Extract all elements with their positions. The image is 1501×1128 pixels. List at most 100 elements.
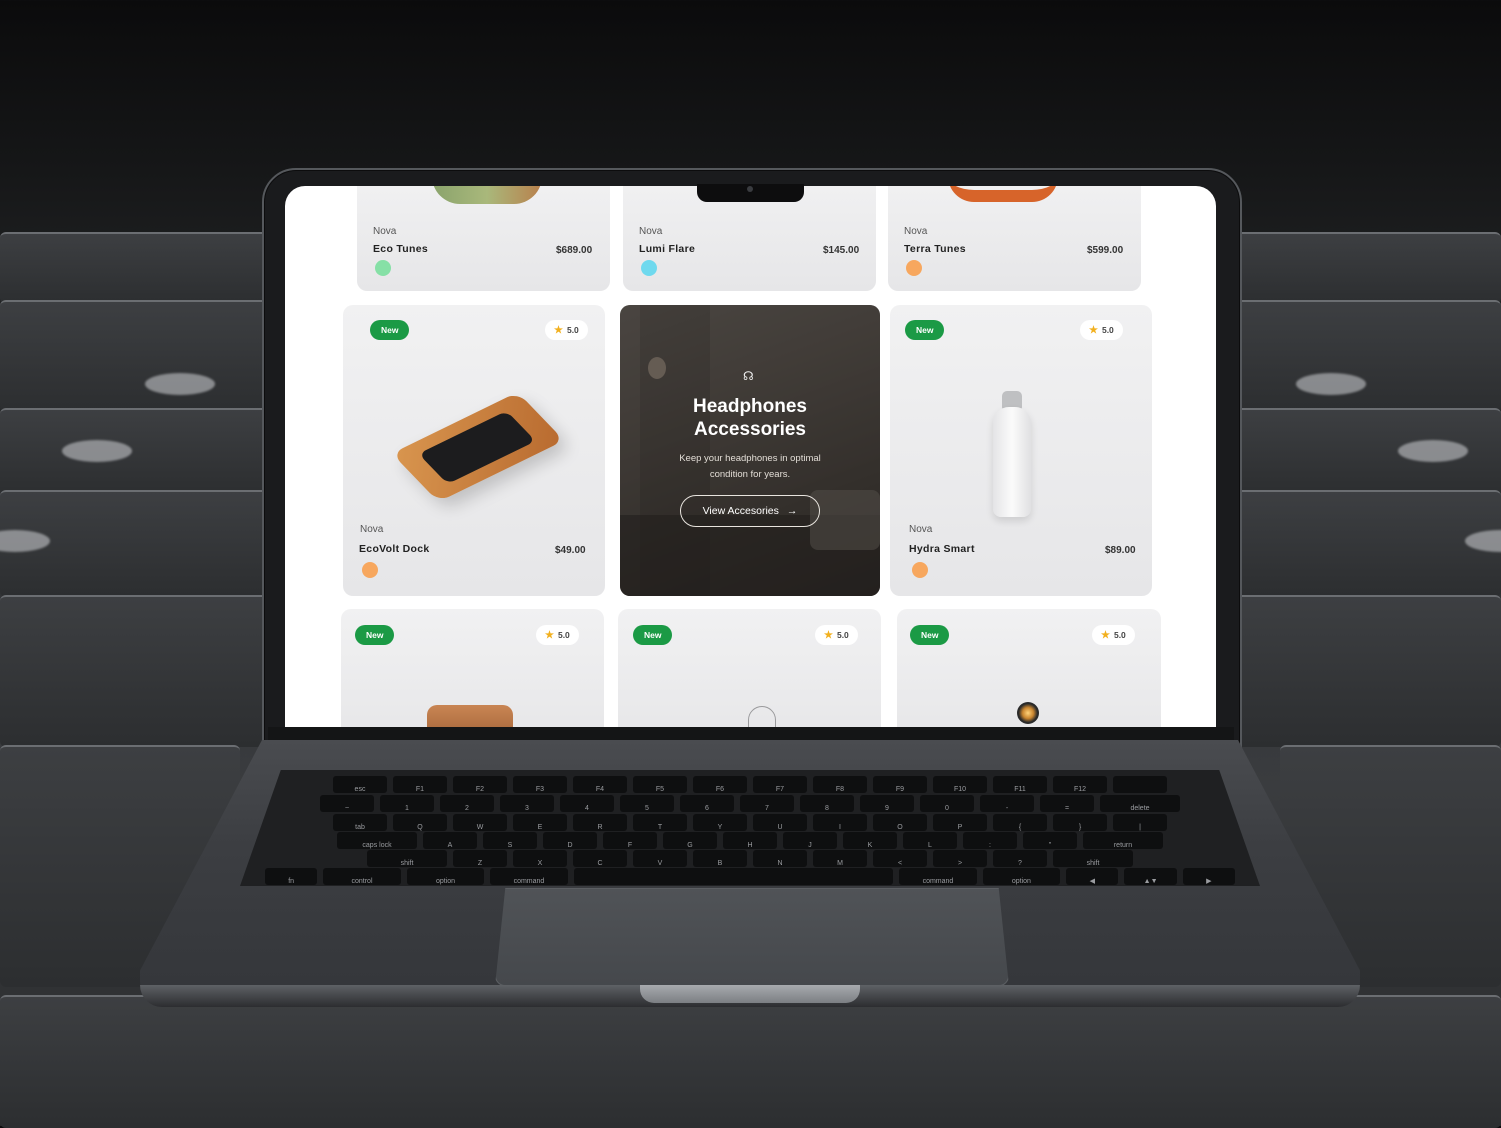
keyboard-key[interactable]: W [453,814,507,831]
keyboard-key[interactable]: ▶ [1182,868,1235,885]
keyboard-key[interactable]: 0 [920,795,974,812]
keyboard-key[interactable]: L [903,832,957,849]
keyboard-key[interactable]: F10 [933,776,987,793]
keyboard-key[interactable]: B [693,850,747,867]
keyboard-key[interactable]: V [633,850,687,867]
keyboard-key[interactable]: ~ [320,795,374,812]
trackpad[interactable] [495,888,1009,986]
keyboard-key[interactable]: Y [693,814,747,831]
keyboard-key[interactable]: U [753,814,807,831]
product-card[interactable]: New ★ 5.0 [897,609,1161,727]
keyboard-key[interactable]: - [980,795,1034,812]
product-card-terra-tunes[interactable]: Nova Terra Tunes $599.00 [888,186,1141,291]
keyboard-key[interactable]: F4 [573,776,627,793]
keyboard-key[interactable]: F6 [693,776,747,793]
keyboard-key[interactable]: | [1113,814,1167,831]
keyboard-key[interactable]: G [663,832,717,849]
keyboard-key[interactable]: return [1083,832,1163,849]
keyboard-key[interactable]: tab [333,814,387,831]
keyboard-key[interactable]: 5 [620,795,674,812]
keyboard-key[interactable]: { [993,814,1047,831]
product-card-hydra-smart[interactable]: New ★ 5.0 Nova Hydra Smart $89.00 [890,305,1152,596]
keyboard-key[interactable]: " [1023,832,1077,849]
promo-card-headphones-accessories[interactable]: ☊ Headphones Accessories Keep your headp… [620,305,880,596]
new-badge: New [633,625,673,645]
keyboard-key[interactable]: command [490,868,568,885]
keyboard-key[interactable]: F1 [393,776,447,793]
keyboard-key[interactable]: F2 [453,776,507,793]
keyboard-key[interactable]: option [982,868,1061,885]
keyboard-key[interactable]: F [603,832,657,849]
keyboard-key[interactable]: ◀ [1066,868,1119,885]
keyboard-key[interactable]: F3 [513,776,567,793]
keyboard-key[interactable]: : [963,832,1017,849]
keyboard-key[interactable]: M [813,850,867,867]
keyboard-key[interactable]: 8 [800,795,854,812]
keyboard-key[interactable]: I [813,814,867,831]
keyboard-key[interactable]: A [423,832,477,849]
keyboard-key[interactable]: E [513,814,567,831]
keyboard-key[interactable]: 4 [560,795,614,812]
keyboard-key[interactable]: shift [1053,850,1133,867]
rating-badge: ★ 5.0 [815,625,858,645]
color-swatch[interactable] [375,260,391,276]
keyboard-key[interactable]: C [573,850,627,867]
keyboard-key[interactable] [1113,776,1167,793]
color-swatch[interactable] [912,562,928,578]
keyboard-key[interactable]: > [933,850,987,867]
color-swatch[interactable] [641,260,657,276]
keyboard-key[interactable]: 1 [380,795,434,812]
keyboard-key[interactable]: < [873,850,927,867]
keyboard-key[interactable]: F9 [873,776,927,793]
keyboard-key[interactable]: option [406,868,485,885]
keyboard-key[interactable]: N [753,850,807,867]
keyboard-key[interactable]: P [933,814,987,831]
color-swatch[interactable] [906,260,922,276]
keyboard-key[interactable]: F12 [1053,776,1107,793]
keyboard-key[interactable]: 2 [440,795,494,812]
keyboard-key[interactable]: 9 [860,795,914,812]
keyboard-key[interactable]: J [783,832,837,849]
key-row-qwerty: tab Q W E R T Y U I O P {} | [295,814,1205,831]
keyboard-key[interactable]: X [513,850,567,867]
keyboard-key[interactable]: F5 [633,776,687,793]
keyboard-key[interactable]: F7 [753,776,807,793]
product-card-eco-tunes[interactable]: Nova Eco Tunes $689.00 [357,186,610,291]
keyboard-key[interactable]: Q [393,814,447,831]
keyboard-key[interactable]: } [1053,814,1107,831]
keyboard-key[interactable]: 6 [680,795,734,812]
bg-laptop [0,995,1501,1128]
keyboard-key[interactable]: shift [367,850,447,867]
keyboard-key[interactable]: 7 [740,795,794,812]
keyboard-key[interactable]: S [483,832,537,849]
keyboard-key[interactable]: Z [453,850,507,867]
keyboard-key[interactable] [573,868,894,885]
keyboard-key[interactable]: esc [333,776,387,793]
keyboard-key[interactable]: O [873,814,927,831]
keyboard-key[interactable]: H [723,832,777,849]
view-accessories-button[interactable]: View Accesories → [680,495,820,527]
keyboard-key[interactable]: K [843,832,897,849]
keyboard-key[interactable]: R [573,814,627,831]
keyboard-key[interactable]: ▲▼ [1124,868,1177,885]
headphones-image [432,186,542,204]
apple-logo-icon [145,373,215,395]
keyboard-key[interactable]: control [323,868,401,885]
keyboard-key[interactable]: T [633,814,687,831]
keyboard-key[interactable]: F11 [993,776,1047,793]
product-card[interactable]: New ★ 5.0 [618,609,881,727]
keyboard-key[interactable]: F8 [813,776,867,793]
keyboard-key[interactable]: fn [265,868,318,885]
keyboard-key[interactable]: delete [1100,795,1180,812]
keyboard-key[interactable]: command [899,868,977,885]
keyboard-key[interactable]: caps lock [337,832,417,849]
keyboard-key[interactable]: = [1040,795,1094,812]
product-card-ecovolt-dock[interactable]: New ★ 5.0 Nova EcoVolt Dock $49.00 [343,305,605,596]
keyboard-key[interactable]: 3 [500,795,554,812]
product-name: Eco Tunes [373,243,429,255]
product-card[interactable]: New ★ 5.0 [341,609,604,727]
keyboard-key[interactable]: D [543,832,597,849]
keyboard-key[interactable]: ? [993,850,1047,867]
color-swatch[interactable] [362,562,378,578]
rating-badge: ★ 5.0 [1080,320,1123,340]
